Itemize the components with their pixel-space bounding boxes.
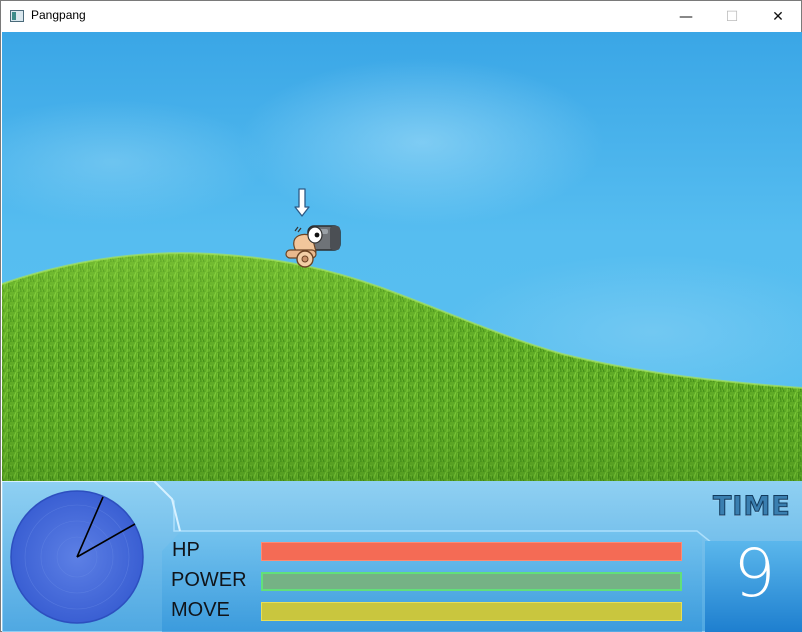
close-button[interactable]: ✕ (755, 1, 801, 32)
game-canvas[interactable]: HP POWER MOVE TIME 9 (2, 32, 802, 632)
player-indicator-arrow (294, 188, 310, 217)
maximize-icon: ☐ (725, 8, 739, 25)
move-bar (261, 602, 682, 621)
grass-hill (2, 188, 802, 484)
app-icon (10, 10, 24, 22)
player-cannon[interactable] (285, 225, 341, 268)
hp-bar (261, 542, 682, 561)
close-icon: ✕ (772, 8, 784, 25)
minimize-button[interactable]: — (663, 1, 709, 32)
minimize-icon: — (679, 8, 693, 25)
move-label: MOVE (171, 599, 230, 621)
move-bar-fill (262, 603, 681, 620)
power-label: POWER (171, 569, 247, 591)
title-bar[interactable]: Pangpang — ☐ ✕ (1, 1, 801, 32)
window-title: Pangpang (31, 8, 86, 22)
app-window: Pangpang — ☐ ✕ HP POWER MOVE TIME 9 (0, 0, 802, 632)
hud-panel: HP POWER MOVE TIME 9 (2, 481, 802, 632)
power-bar (261, 572, 682, 591)
maximize-button[interactable]: ☐ (709, 1, 755, 32)
hp-label: HP (172, 539, 200, 561)
hp-bar-fill (262, 543, 681, 560)
time-value: 9 (733, 535, 776, 612)
angle-dial (10, 490, 144, 624)
time-label: TIME (713, 491, 791, 523)
